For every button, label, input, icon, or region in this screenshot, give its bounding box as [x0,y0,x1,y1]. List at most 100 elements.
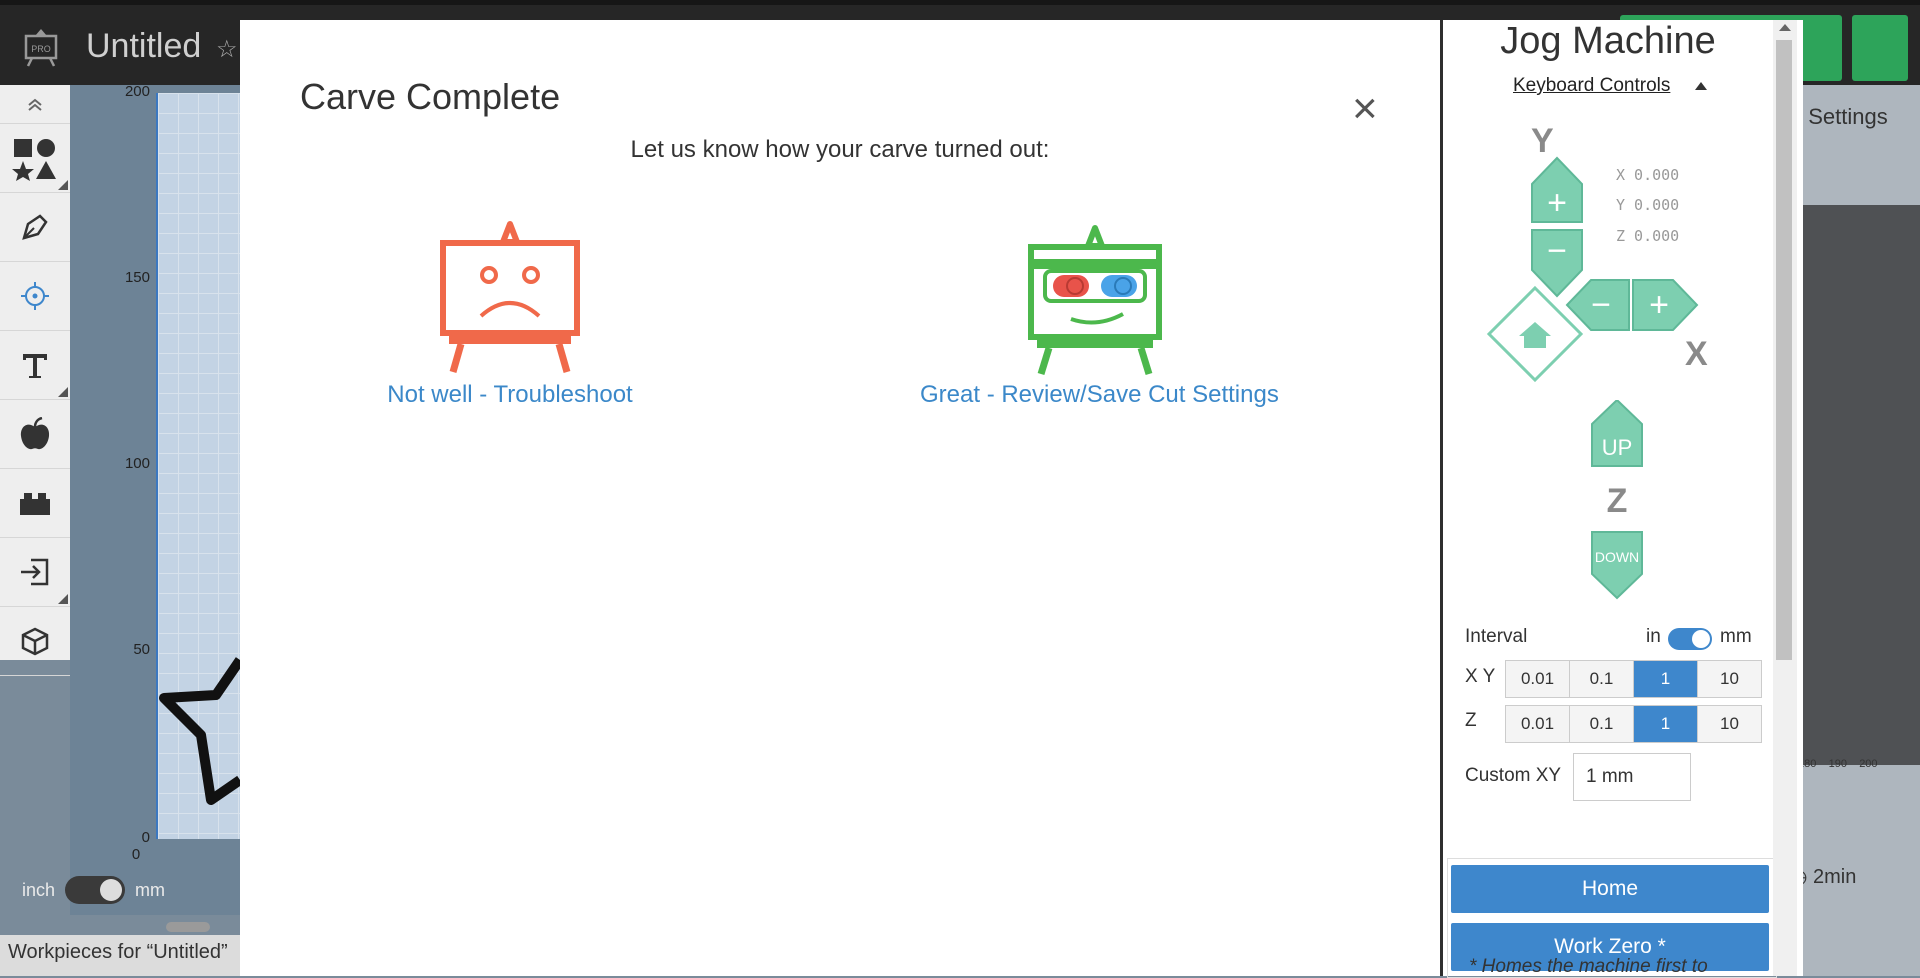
z-interval-option[interactable]: 0.1 [1570,706,1634,742]
keyboard-controls-link[interactable]: Keyboard Controls [1513,75,1670,97]
star-shape[interactable] [156,650,240,830]
x-axis-tick: 0 [131,846,141,863]
close-icon[interactable]: × [1352,87,1382,131]
minus-icon: − [1547,232,1567,270]
z-jog-pad: UP Z DOWN [1591,400,1643,600]
custom-xy-input[interactable]: 1 mm [1573,753,1691,801]
x-minus-button[interactable]: − [1565,279,1630,331]
submenu-indicator [58,594,68,604]
star-icon[interactable]: ☆ [216,35,238,64]
up-label: UP [1602,435,1633,460]
xy-interval-option[interactable]: 0.01 [1506,661,1570,697]
unit-toggle[interactable]: inch mm [22,876,165,904]
interval-unit-toggle[interactable] [1668,628,1712,650]
app-logo-icon[interactable]: PRO [22,27,60,67]
xy-jog-pad: Y + − − + X [1486,122,1708,383]
work-zero-footnote: * Homes the machine first to [1469,956,1708,977]
modal-title: Carve Complete [300,76,561,117]
settings-label[interactable]: t Settings [1796,104,1888,130]
y-axis-tick: 150 [124,269,150,286]
down-label: DOWN [1595,549,1639,565]
crosshair-icon [21,282,49,310]
shapes-tool[interactable] [0,124,70,193]
import-icon [21,558,49,586]
collapse-tools-button[interactable] [0,85,70,124]
not-well-option[interactable]: Not well - Troubleshoot [370,220,650,409]
3d-tool[interactable] [0,607,70,676]
z-interval-option[interactable]: 1 [1634,706,1698,742]
cube-icon [21,627,49,656]
ruler-tick: 200 [1859,758,1878,770]
carve-complete-modal: Carve Complete × Let us know how your ca… [240,20,1440,976]
expand-button[interactable] [1852,15,1908,81]
workpieces-bar[interactable]: Workpieces for “Untitled” [0,935,240,976]
plus-icon: + [1649,286,1669,324]
y-axis-tick: 0 [141,829,150,846]
xy-interval-selector: 0.01 0.1 1 10 [1505,660,1762,698]
z-coordinate: Z 0.000 [1616,227,1680,245]
minus-icon: − [1591,286,1611,324]
ruler-tick: 190 [1828,758,1847,770]
jog-title: Jog Machine [1500,20,1716,62]
unit-switch[interactable] [65,876,126,904]
x-coordinate: X 0.000 [1616,166,1680,184]
x-axis-label: X [1685,335,1708,373]
z-interval-selector: 0.01 0.1 1 10 [1505,705,1762,743]
xy-interval-option[interactable]: 0.1 [1570,661,1634,697]
xy-interval-option[interactable]: 10 [1698,661,1761,697]
submenu-indicator [58,180,68,190]
apple-icon [20,417,50,450]
shapes-icon [12,139,56,181]
xy-interval-option[interactable]: 1 [1634,661,1698,697]
interval-label: Interval [1465,626,1528,647]
y-axis-tick: 50 [133,641,150,658]
icon-library-tool[interactable] [0,400,70,469]
scroll-up-icon[interactable] [1779,24,1791,31]
home-xy-button[interactable] [1486,285,1584,383]
x-plus-button[interactable]: + [1632,279,1699,331]
z-interval-option[interactable]: 0.01 [1506,706,1570,742]
preview-ruler: 180 190 200 [1798,758,1898,770]
eta-value: 2min [1813,866,1857,888]
z-interval-option[interactable]: 10 [1698,706,1761,742]
material-preview [1798,205,1920,765]
project-title[interactable]: Untitled [86,27,201,66]
unit-mm-label: mm [135,879,166,900]
home-button[interactable]: Home [1451,865,1769,913]
y-plus-button[interactable]: + [1531,156,1583,223]
troubleshoot-link[interactable]: Not well - Troubleshoot [370,381,650,409]
jog-scrollbar-thumb[interactable] [1776,40,1792,660]
review-save-link[interactable]: Great - Review/Save Cut Settings [920,381,1279,409]
import-tool[interactable] [0,538,70,607]
unit-in-label: in [1646,626,1661,647]
caret-up-icon[interactable] [1695,82,1707,90]
unit-inch-label: inch [22,879,56,900]
y-axis-label: Y [1531,122,1554,160]
happy-easel-icon [1028,225,1162,376]
modal-subtitle: Let us know how your carve turned out: [630,136,1050,163]
z-interval-label: Z [1465,710,1477,731]
chevron-up-icon [28,98,42,111]
z-down-button[interactable]: DOWN [1591,531,1643,600]
y-axis-tick: 100 [124,455,150,472]
custom-xy-label: Custom XY [1465,765,1562,786]
lego-brick-icon [20,493,50,515]
y-minus-button[interactable]: − [1531,229,1583,298]
sad-easel-icon [440,221,580,373]
plus-icon: + [1547,184,1567,222]
apps-tool[interactable] [0,469,70,538]
unit-mm-label: mm [1720,626,1752,647]
jog-machine-panel: Jog Machine Keyboard Controls Y + − − + … [1440,20,1803,978]
horizontal-scrollbar[interactable] [166,922,210,932]
pen-icon [22,214,48,240]
pro-badge: PRO [31,44,51,54]
xy-interval-label: X Y [1465,666,1496,687]
z-axis-label: Z [1607,482,1628,520]
text-icon [23,354,47,378]
z-up-button[interactable]: UP [1591,400,1643,467]
pen-tool[interactable] [0,193,70,262]
great-option[interactable]: Great - Review/Save Cut Settings [920,224,1279,409]
text-tool[interactable] [0,331,70,400]
tool-sidebar [0,85,71,676]
point-tool[interactable] [0,262,70,331]
